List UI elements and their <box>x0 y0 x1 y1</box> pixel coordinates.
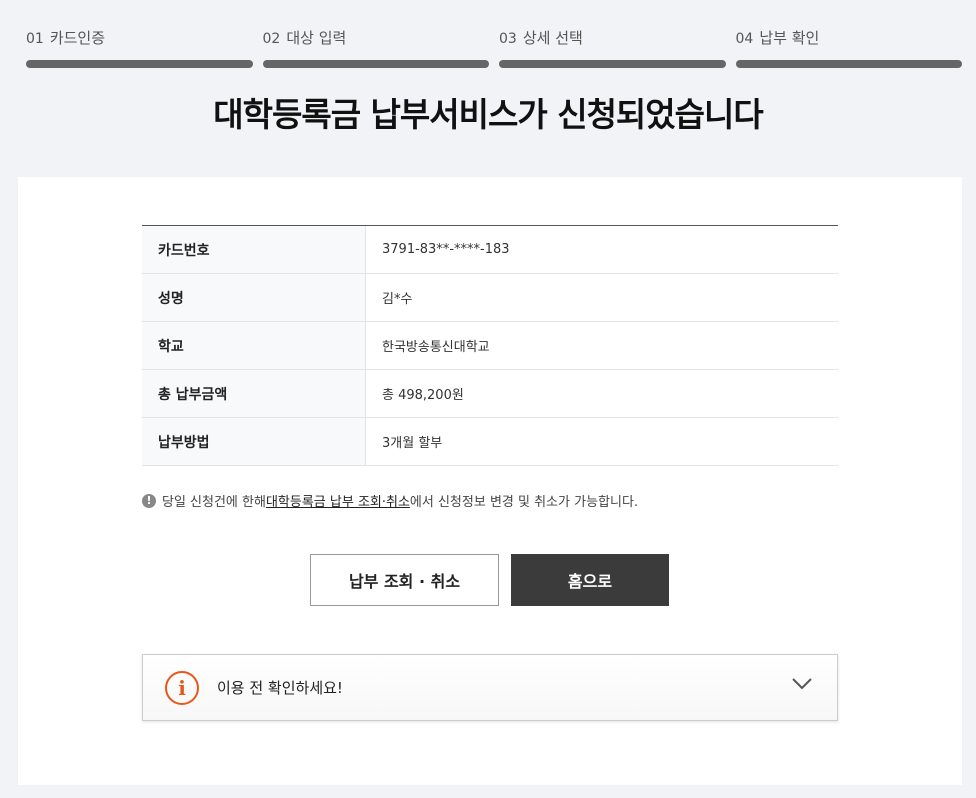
step-bar <box>26 60 253 68</box>
notice-prefix: 당일 신청건에 한해 <box>162 495 266 510</box>
step-label: 상세 선택 <box>522 29 583 47</box>
step-number: 04 <box>735 31 754 47</box>
info-icon: i <box>165 670 199 705</box>
home-button[interactable]: 홈으로 <box>511 554 669 606</box>
step-bar <box>499 60 726 68</box>
row-value: 김*수 <box>382 292 413 307</box>
row-label: 카드번호 <box>142 226 366 273</box>
step-3: 03 상세 선택 <box>499 28 726 68</box>
notice: ! 당일 신청건에 한해 대학등록금 납부 조회·취소 에서 신청정보 변경 및… <box>142 491 842 510</box>
step-label: 대상 입력 <box>286 29 347 47</box>
progress-steps: 01 카드인증 02 대상 입력 03 상세 선택 04 납부 확인 <box>26 28 962 68</box>
row-label: 학교 <box>142 322 366 369</box>
step-number: 03 <box>499 31 517 47</box>
row-label: 총 납부금액 <box>142 370 366 417</box>
table-row: 학교 한국방송통신대학교 <box>142 322 838 370</box>
row-value: 3개월 할부 <box>382 436 443 451</box>
step-label: 납부 확인 <box>759 29 820 47</box>
step-number: 02 <box>262 31 281 47</box>
chevron-down-icon[interactable] <box>791 677 813 691</box>
step-1: 01 카드인증 <box>26 28 253 68</box>
inquiry-cancel-button[interactable]: 납부 조회 · 취소 <box>310 554 499 606</box>
notice-suffix: 에서 신청정보 변경 및 취소가 가능합니다. <box>409 495 639 510</box>
row-value: 3791-83**-****-183 <box>382 242 510 257</box>
page-title: 대학등록금 납부서비스가 신청되었습니다 <box>213 95 763 134</box>
row-value: 총 498,200원 <box>382 388 464 403</box>
step-number: 01 <box>26 31 44 47</box>
table-row: 카드번호 3791-83**-****-183 <box>142 226 838 274</box>
row-value: 한국방송통신대학교 <box>382 340 490 355</box>
step-bar <box>735 60 962 68</box>
table-row: 총 납부금액 총 498,200원 <box>142 370 838 418</box>
alert-circle-icon: ! <box>142 493 156 508</box>
table-row: 납부방법 3개월 할부 <box>142 418 838 466</box>
check-before-use-accordion[interactable]: i 이용 전 확인하세요! <box>142 654 838 721</box>
row-label: 성명 <box>142 274 366 321</box>
step-bar <box>262 60 489 68</box>
details-table: 카드번호 3791-83**-****-183 성명 김*수 학교 한국방송통신… <box>142 225 838 466</box>
step-label: 카드인증 <box>49 29 106 47</box>
row-label: 납부방법 <box>142 418 366 465</box>
result-card: 카드번호 3791-83**-****-183 성명 김*수 학교 한국방송통신… <box>18 177 962 785</box>
step-2: 02 대상 입력 <box>262 28 489 68</box>
step-4: 04 납부 확인 <box>735 28 962 68</box>
accordion-label: 이용 전 확인하세요! <box>217 679 343 697</box>
inquiry-cancel-link[interactable]: 대학등록금 납부 조회·취소 <box>266 491 410 510</box>
table-row: 성명 김*수 <box>142 274 838 322</box>
